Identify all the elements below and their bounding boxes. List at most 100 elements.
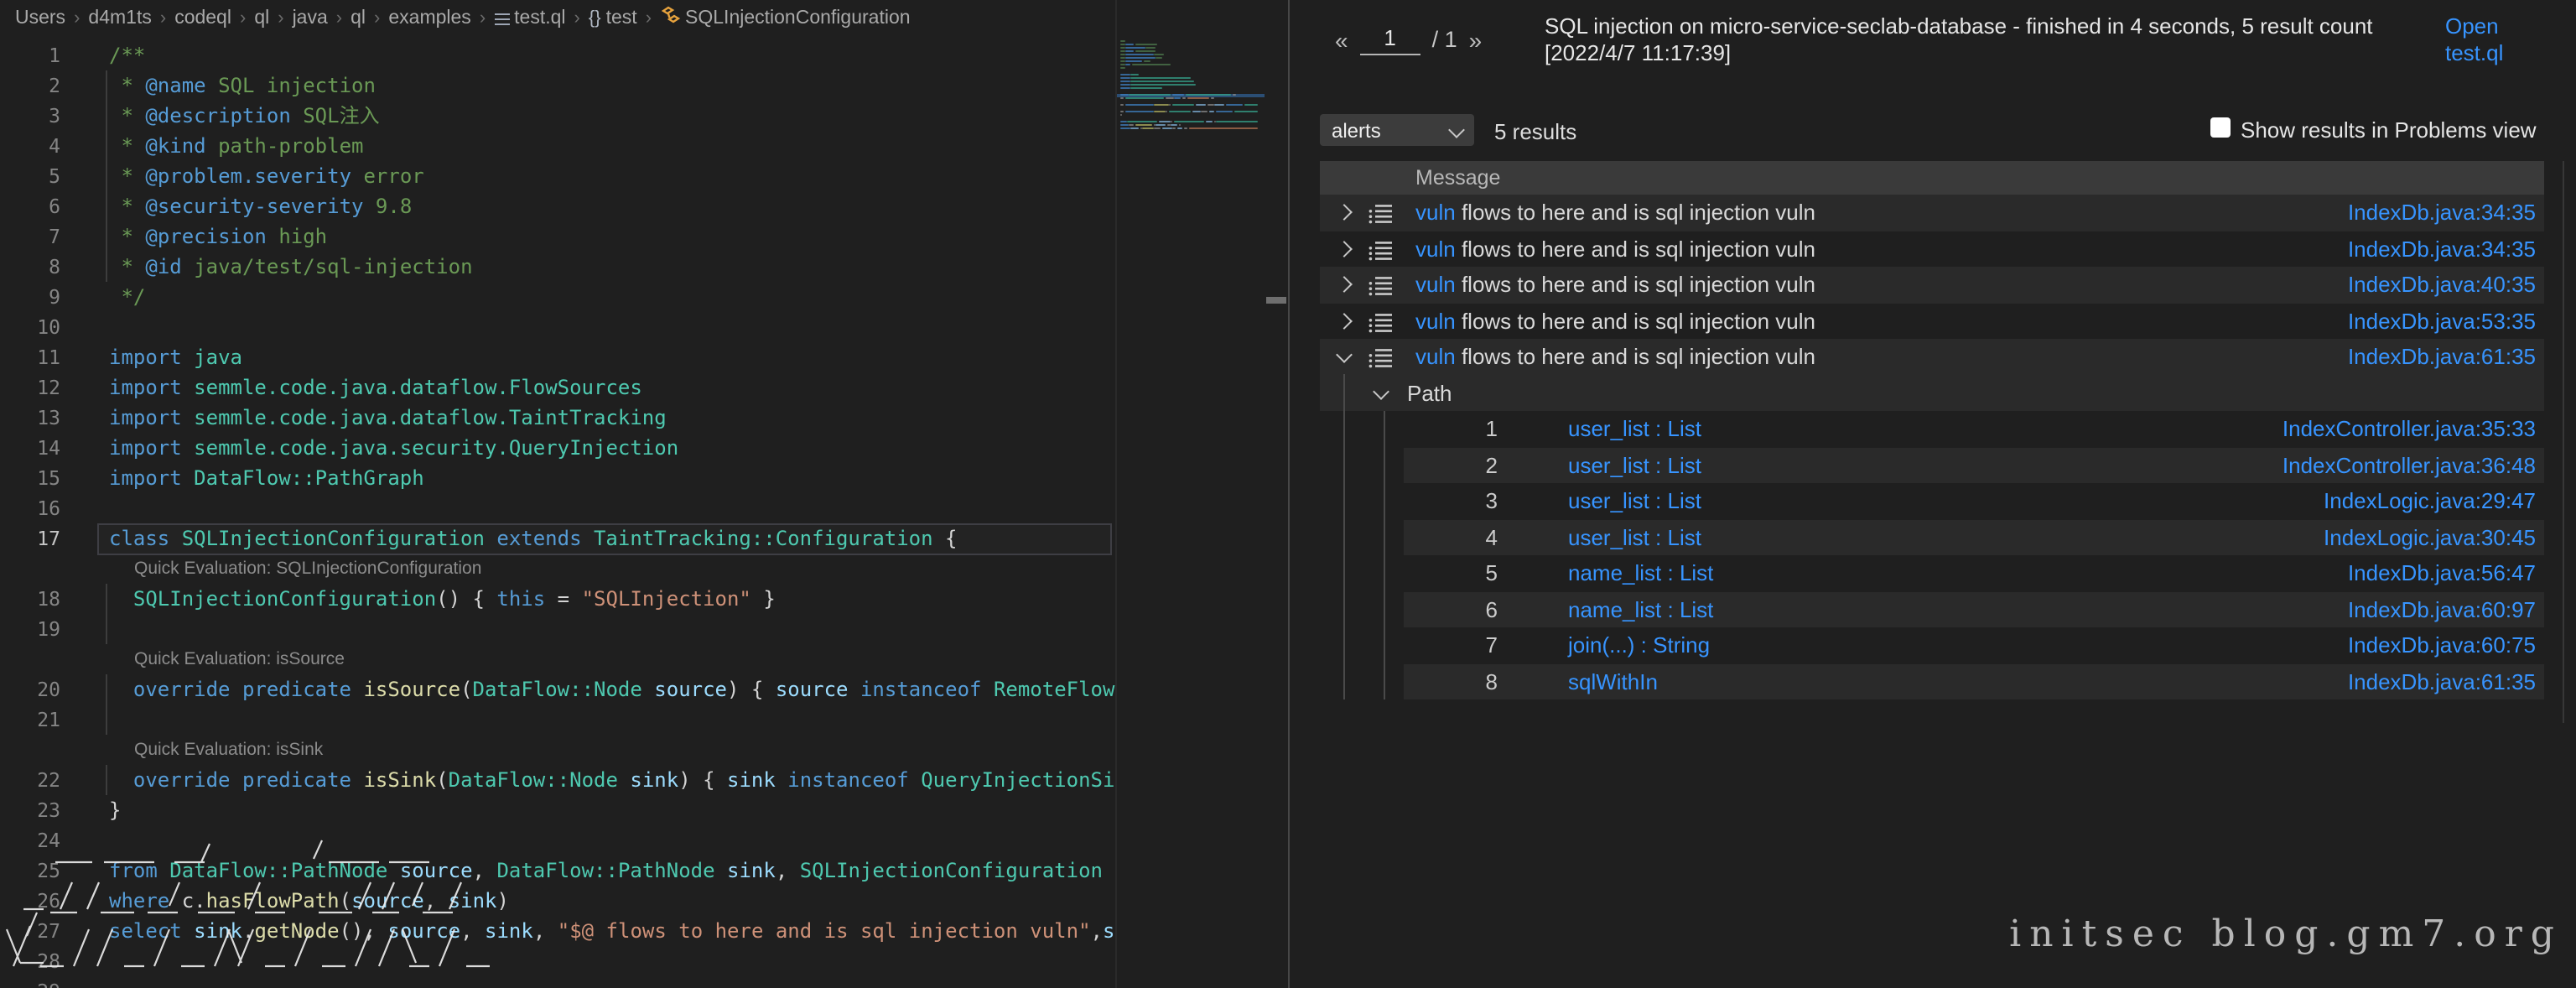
code-line-1[interactable]: 1/** (0, 40, 1115, 70)
step-node-link[interactable]: user_list : List (1568, 483, 1701, 519)
first-page-icon[interactable]: « (1335, 26, 1348, 53)
table-scrollbar[interactable] (2563, 161, 2564, 723)
step-node-link[interactable]: user_list : List (1568, 411, 1701, 447)
collapse-chevron-icon[interactable] (1373, 382, 1389, 399)
breadcrumb-item-d4m1ts[interactable]: d4m1ts (88, 0, 151, 37)
location-link[interactable]: IndexDb.java:60:75 (2348, 627, 2536, 663)
step-node-link[interactable]: join(...) : String (1568, 627, 1710, 663)
expand-chevron-icon[interactable] (1336, 240, 1353, 257)
code-line-11[interactable]: 11import java (0, 342, 1115, 372)
code-line-17[interactable]: 17class SQLInjectionConfiguration extend… (0, 523, 1115, 554)
code-line-3[interactable]: 3 * @description SQL注入 (0, 101, 1115, 131)
expand-chevron-icon[interactable] (1336, 312, 1353, 329)
quick-evaluation-lens[interactable]: Quick Evaluation: isSource (134, 644, 345, 674)
result-message-link[interactable]: vuln (1415, 308, 1456, 333)
breadcrumb-item-test[interactable]: {}test (589, 0, 637, 37)
location-link[interactable]: IndexDb.java:61:35 (2348, 663, 2536, 699)
path-step-row[interactable]: 3 user_list : List IndexLogic.java:29:47 (1320, 483, 2544, 519)
path-header-row[interactable]: Path (1320, 375, 2544, 411)
step-node-link[interactable]: user_list : List (1568, 447, 1701, 483)
show-problems-checkbox[interactable] (2210, 117, 2231, 138)
table-row[interactable]: vuln flows to here and is sql injection … (1320, 231, 2544, 267)
code-line-23[interactable]: 23} (0, 795, 1115, 825)
location-link[interactable]: IndexDb.java:34:35 (2348, 195, 2536, 231)
code-line-18[interactable]: 18 SQLInjectionConfiguration() { this = … (0, 584, 1115, 614)
breadcrumb[interactable]: Users›d4m1ts›codeql›ql›java›ql›examples›… (0, 0, 1288, 37)
show-paths-icon[interactable] (1368, 347, 1394, 369)
code-line-24[interactable]: 24 (0, 825, 1115, 855)
breadcrumb-item-examples[interactable]: examples (388, 0, 470, 37)
last-page-icon[interactable]: » (1469, 26, 1483, 53)
code-line-12[interactable]: 12import semmle.code.java.dataflow.FlowS… (0, 372, 1115, 403)
result-message-link[interactable]: vuln (1415, 272, 1456, 297)
expand-chevron-icon[interactable] (1336, 204, 1353, 221)
code-line-6[interactable]: 6 * @security-severity 9.8 (0, 191, 1115, 221)
breadcrumb-item-codeql[interactable]: codeql (174, 0, 231, 37)
code-line-7[interactable]: 7 * @precision high (0, 221, 1115, 252)
location-link[interactable]: IndexLogic.java:29:47 (2324, 483, 2536, 519)
step-node-link[interactable]: name_list : List (1568, 555, 1713, 591)
code-line-5[interactable]: 5 * @problem.severity error (0, 161, 1115, 191)
code-line-10[interactable]: 10 (0, 312, 1115, 342)
code-line-27[interactable]: 27select sink.getNode(), source, sink, "… (0, 916, 1115, 946)
code-line-21[interactable]: 21 (0, 705, 1115, 735)
path-step-row[interactable]: 2 user_list : List IndexController.java:… (1320, 447, 2544, 483)
location-link[interactable]: IndexDb.java:40:35 (2348, 267, 2536, 303)
editor-scrollbar[interactable] (1265, 0, 1288, 988)
location-link[interactable]: IndexDb.java:60:97 (2348, 591, 2536, 627)
result-message-link[interactable]: vuln (1415, 200, 1456, 225)
code-line-25[interactable]: 25from DataFlow::PathNode source, DataFl… (0, 855, 1115, 886)
code-line-28[interactable]: 28 (0, 946, 1115, 976)
code-line-22[interactable]: 22 override predicate isSink(DataFlow::N… (0, 765, 1115, 795)
table-row[interactable]: vuln flows to here and is sql injection … (1320, 339, 2544, 375)
breadcrumb-item-ql[interactable]: ql (351, 0, 366, 37)
scrollbar-thumb[interactable] (1266, 297, 1286, 304)
path-step-row[interactable]: 7 join(...) : String IndexDb.java:60:75 (1320, 627, 2544, 663)
result-message-link[interactable]: vuln (1415, 236, 1456, 261)
show-paths-icon[interactable] (1368, 203, 1394, 225)
location-link[interactable]: IndexController.java:36:48 (2283, 447, 2536, 483)
quick-evaluation-lens[interactable]: Quick Evaluation: SQLInjectionConfigurat… (134, 554, 481, 584)
breadcrumb-item-test-ql[interactable]: test.ql (494, 0, 565, 37)
code-content[interactable]: 1/**2 * @name SQL injection3 * @descript… (0, 40, 1115, 988)
path-step-row[interactable]: 8 sqlWithIn IndexDb.java:61:35 (1320, 663, 2544, 699)
code-lens-row[interactable]: Quick Evaluation: SQLInjectionConfigurat… (0, 554, 1115, 584)
path-step-row[interactable]: 4 user_list : List IndexLogic.java:30:45 (1320, 519, 2544, 555)
code-lens-row[interactable]: Quick Evaluation: isSink (0, 735, 1115, 765)
breadcrumb-item-sqlinjectionconfiguration[interactable]: SQLInjectionConfiguration (660, 0, 911, 37)
path-step-row[interactable]: 5 name_list : List IndexDb.java:56:47 (1320, 555, 2544, 591)
results-view-select[interactable]: alerts (1320, 114, 1474, 146)
path-step-row[interactable]: 1 user_list : List IndexController.java:… (1320, 411, 2544, 447)
step-node-link[interactable]: user_list : List (1568, 519, 1701, 555)
location-link[interactable]: IndexDb.java:53:35 (2348, 303, 2536, 339)
step-node-link[interactable]: name_list : List (1568, 591, 1713, 627)
location-link[interactable]: IndexDb.java:56:47 (2348, 555, 2536, 591)
code-line-26[interactable]: 26where c.hasFlowPath(source, sink) (0, 886, 1115, 916)
breadcrumb-item-ql[interactable]: ql (254, 0, 269, 37)
show-paths-icon[interactable] (1368, 311, 1394, 333)
code-line-9[interactable]: 9 */ (0, 282, 1115, 312)
result-message-link[interactable]: vuln (1415, 344, 1456, 369)
code-lens-row[interactable]: Quick Evaluation: isSource (0, 644, 1115, 674)
show-paths-icon[interactable] (1368, 275, 1394, 297)
table-row[interactable]: vuln flows to here and is sql injection … (1320, 195, 2544, 231)
breadcrumb-item-users[interactable]: Users (15, 0, 65, 37)
code-line-15[interactable]: 15import DataFlow::PathGraph (0, 463, 1115, 493)
code-line-8[interactable]: 8 * @id java/test/sql-injection (0, 252, 1115, 282)
location-link[interactable]: IndexDb.java:61:35 (2348, 339, 2536, 375)
minimap[interactable] (1115, 0, 1265, 988)
location-link[interactable]: IndexController.java:35:33 (2283, 411, 2536, 447)
message-column-header[interactable]: Message (1320, 161, 2544, 195)
code-line-14[interactable]: 14import semmle.code.java.security.Query… (0, 433, 1115, 463)
location-link[interactable]: IndexDb.java:34:35 (2348, 231, 2536, 267)
code-line-2[interactable]: 2 * @name SQL injection (0, 70, 1115, 101)
table-row[interactable]: vuln flows to here and is sql injection … (1320, 303, 2544, 339)
code-line-20[interactable]: 20 override predicate isSource(DataFlow:… (0, 674, 1115, 705)
show-paths-icon[interactable] (1368, 239, 1394, 261)
expand-chevron-icon[interactable] (1336, 346, 1353, 363)
code-line-13[interactable]: 13import semmle.code.java.dataflow.Taint… (0, 403, 1115, 433)
location-link[interactable]: IndexLogic.java:30:45 (2324, 519, 2536, 555)
quick-evaluation-lens[interactable]: Quick Evaluation: isSink (134, 735, 323, 765)
code-line-29[interactable]: 29 (0, 976, 1115, 988)
code-line-16[interactable]: 16 (0, 493, 1115, 523)
